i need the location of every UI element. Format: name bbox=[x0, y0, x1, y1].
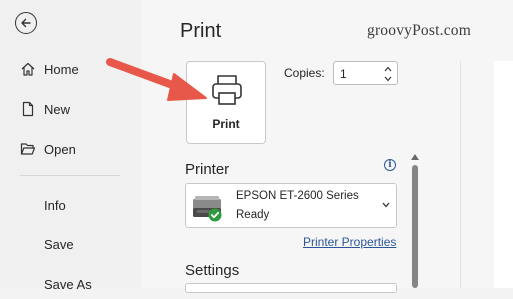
sidebar-item-label: Info bbox=[44, 197, 66, 213]
printer-status: Ready bbox=[236, 209, 270, 221]
sidebar-item-label: Save As bbox=[44, 276, 92, 292]
print-preview bbox=[494, 61, 513, 288]
scrollbar-thumb[interactable] bbox=[412, 165, 418, 288]
chevron-down-icon bbox=[384, 76, 392, 81]
decrement-button[interactable] bbox=[383, 74, 393, 83]
sidebar-divider bbox=[20, 175, 120, 176]
sidebar-item-info[interactable]: Info bbox=[0, 190, 141, 220]
page-title: Print bbox=[180, 20, 222, 42]
printer-dropdown[interactable]: EPSON ET-2600 Series Ready bbox=[185, 183, 397, 228]
pane-divider bbox=[460, 61, 461, 288]
copies-label: Copies: bbox=[284, 66, 325, 80]
sidebar-item-save-as[interactable]: Save As bbox=[0, 269, 141, 299]
backstage-sidebar: Home New Open Info Save Save As bbox=[0, 0, 141, 292]
copies-value: 1 bbox=[340, 67, 347, 81]
printer-properties-link[interactable]: Printer Properties bbox=[303, 235, 396, 249]
back-button[interactable] bbox=[15, 12, 37, 34]
copies-stepper[interactable]: 1 bbox=[333, 61, 398, 85]
print-button-label: Print bbox=[212, 117, 240, 131]
home-icon bbox=[20, 61, 36, 77]
printer-device-icon bbox=[193, 196, 222, 222]
back-arrow-icon bbox=[21, 18, 31, 28]
red-arrow-annotation bbox=[106, 58, 207, 101]
sidebar-item-label: Home bbox=[44, 61, 79, 77]
print-pane: Print Print Copies: 1 Printer i EPSON ET… bbox=[141, 0, 513, 293]
settings-heading: Settings bbox=[185, 262, 240, 279]
settings-dropdown[interactable] bbox=[185, 283, 397, 293]
scroll-up-button[interactable] bbox=[411, 154, 419, 160]
chevron-down-icon bbox=[382, 202, 390, 208]
printer-icon bbox=[212, 75, 242, 105]
chevron-up-icon bbox=[384, 66, 392, 71]
printer-heading: Printer bbox=[185, 161, 230, 178]
watermark: groovyPost.com bbox=[367, 22, 471, 39]
sidebar-item-open[interactable]: Open bbox=[0, 134, 141, 164]
sidebar-item-label: Save bbox=[44, 236, 74, 252]
folder-open-icon bbox=[20, 141, 36, 157]
new-document-icon bbox=[20, 101, 36, 117]
sidebar-item-save[interactable]: Save bbox=[0, 229, 141, 259]
info-icon[interactable]: i bbox=[384, 159, 396, 171]
sidebar-item-label: New bbox=[44, 101, 71, 117]
selected-printer-name: EPSON ET-2600 Series bbox=[236, 190, 359, 202]
increment-button[interactable] bbox=[383, 64, 393, 73]
sidebar-item-label: Open bbox=[44, 141, 76, 157]
